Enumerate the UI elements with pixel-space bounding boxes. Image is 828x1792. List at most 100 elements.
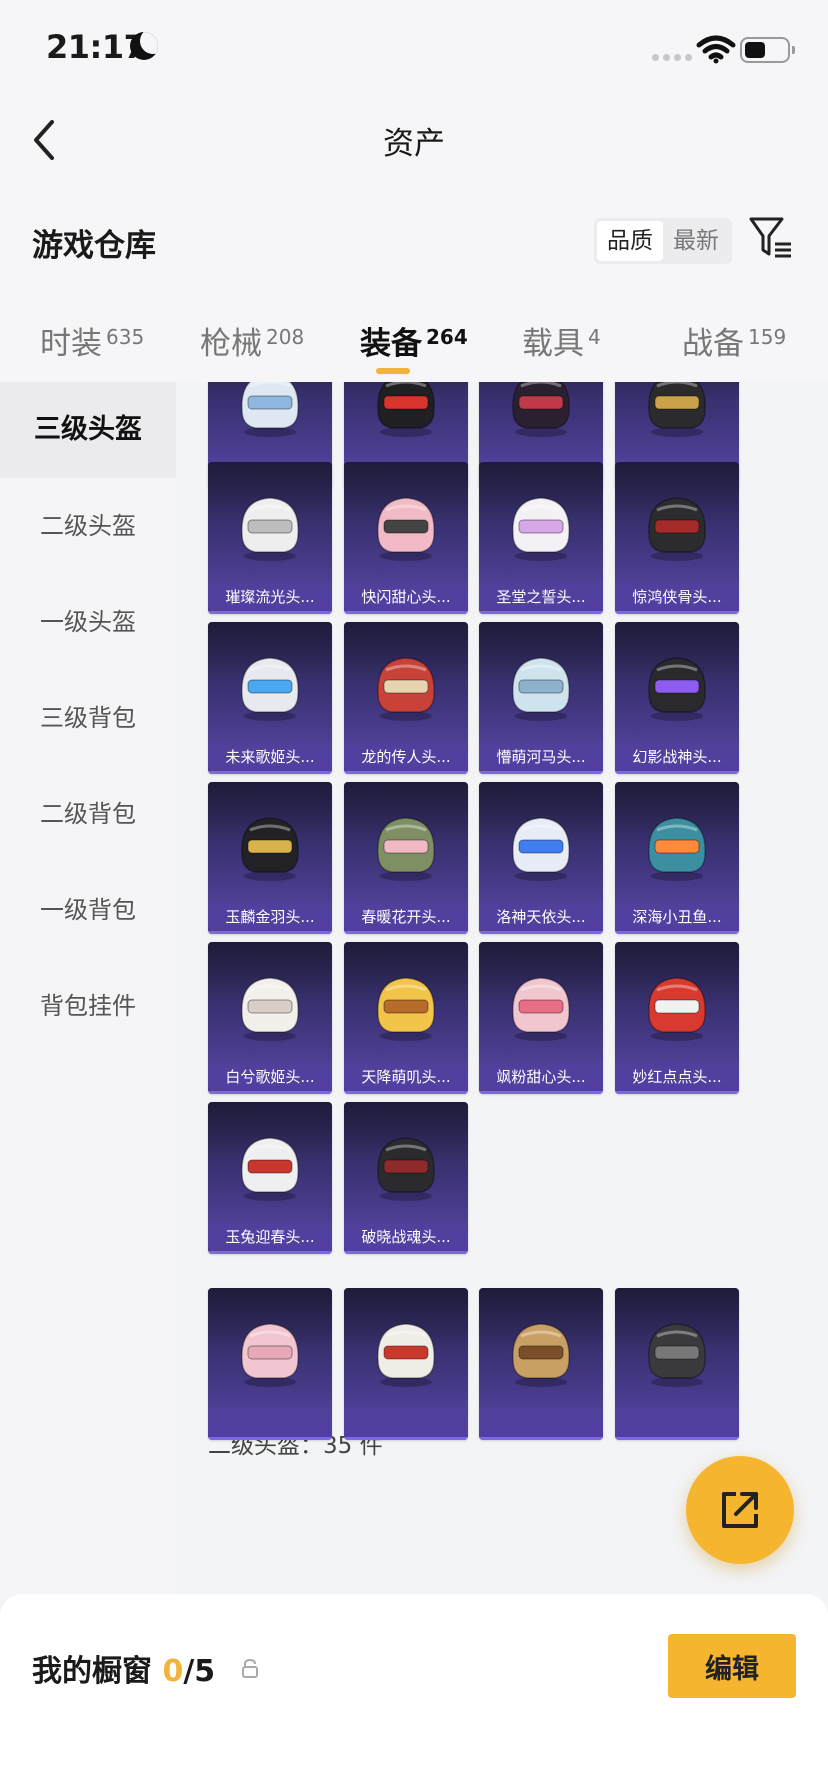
item-name [479, 1408, 603, 1440]
item-card[interactable]: 幻影战神头... [615, 622, 739, 774]
helmet-icon [512, 497, 570, 561]
item-name: 天降萌叽头... [344, 1062, 468, 1094]
sidebar-item-backpack-charm[interactable]: 背包挂件 [0, 958, 176, 1054]
helmet-icon [241, 977, 299, 1041]
item-name: 破晓战魂头... [344, 1222, 468, 1254]
sidebar-item-level3-helmet[interactable]: 三级头盔 [0, 382, 176, 478]
item-card[interactable]: 飒粉甜心头... [479, 942, 603, 1094]
page-title: 资产 [383, 126, 445, 162]
helmet-icon [377, 657, 435, 721]
tab-count: 264 [426, 325, 468, 349]
item-card[interactable]: 玉麟金羽头... [208, 782, 332, 934]
helmet-icon [648, 817, 706, 881]
tab-label: 枪械 [200, 326, 262, 362]
item-name [615, 1408, 739, 1440]
item-card[interactable]: 懵萌河马头... [479, 622, 603, 774]
tab-equipment[interactable]: 装备 264 [360, 318, 468, 363]
helmet-icon [241, 1137, 299, 1201]
helmet-icon [648, 977, 706, 1041]
item-name: 飒粉甜心头... [479, 1062, 603, 1094]
helmet-icon [512, 977, 570, 1041]
item-name [344, 1408, 468, 1440]
item-grid: 二级头盔：35 件 海盐豹豹头...焰鹰斗篷头...星之彼岸头...暗夜鎏金头.… [176, 382, 828, 1594]
item-card[interactable]: 圣堂之誓头... [479, 462, 603, 614]
helmet-icon [377, 382, 435, 437]
item-card[interactable]: 璀璨流光头... [208, 462, 332, 614]
item-card[interactable]: 深海小丑鱼... [615, 782, 739, 934]
tab-supplies[interactable]: 战备 159 [682, 318, 786, 363]
item-name: 璀璨流光头... [208, 582, 332, 614]
item-name: 玉麟金羽头... [208, 902, 332, 934]
item-name [208, 1408, 332, 1440]
tab-count: 635 [106, 325, 145, 349]
helmet-icon [241, 817, 299, 881]
sidebar-item-level1-backpack[interactable]: 一级背包 [0, 862, 176, 958]
tab-label: 战备 [682, 326, 744, 362]
helmet-icon [377, 977, 435, 1041]
tab-weapons[interactable]: 枪械 208 [200, 318, 304, 363]
item-name: 惊鸿侠骨头... [615, 582, 739, 614]
item-card[interactable]: 妙红点点头... [615, 942, 739, 1094]
helmet-icon [241, 382, 299, 437]
item-card[interactable] [208, 1288, 332, 1440]
bottom-bar: 我的橱窗 0/5 编辑 [0, 1594, 828, 1792]
item-card[interactable]: 白兮歌姬头... [208, 942, 332, 1094]
tab-count: 208 [266, 325, 305, 349]
share-button[interactable] [686, 1456, 794, 1564]
helmet-icon [648, 1323, 706, 1387]
item-card[interactable] [479, 1288, 603, 1440]
wifi-icon [696, 35, 736, 64]
item-card[interactable] [615, 1288, 739, 1440]
showcase-current: 0 [162, 1654, 184, 1689]
share-icon [722, 1492, 758, 1528]
tab-label: 时装 [40, 326, 102, 362]
item-name: 洛神天依头... [479, 902, 603, 934]
item-card[interactable] [344, 1288, 468, 1440]
helmet-icon [377, 817, 435, 881]
item-card[interactable]: 破晓战魂头... [344, 1102, 468, 1254]
helmet-icon [648, 657, 706, 721]
helmet-icon [512, 1323, 570, 1387]
helmet-icon [377, 1137, 435, 1201]
item-name: 懵萌河马头... [479, 742, 603, 774]
item-name: 快闪甜心头... [344, 582, 468, 614]
helmet-icon [512, 382, 570, 437]
item-name: 龙的传人头... [344, 742, 468, 774]
item-card[interactable]: 快闪甜心头... [344, 462, 468, 614]
item-name: 春暖花开头... [344, 902, 468, 934]
moon-icon [130, 32, 158, 60]
helmet-icon [241, 1323, 299, 1387]
sort-quality-button[interactable]: 品质 [597, 221, 663, 261]
helmet-icon [648, 497, 706, 561]
item-card[interactable]: 洛神天依头... [479, 782, 603, 934]
showcase-title: 我的橱窗 [32, 1654, 152, 1689]
sort-newest-button[interactable]: 最新 [663, 221, 729, 261]
item-card[interactable]: 玉兔迎春头... [208, 1102, 332, 1254]
filter-icon[interactable] [748, 216, 794, 260]
item-name: 玉兔迎春头... [208, 1222, 332, 1254]
lock-icon [242, 1658, 258, 1678]
helmet-icon [512, 817, 570, 881]
sidebar-item-level1-helmet[interactable]: 一级头盔 [0, 574, 176, 670]
tab-label: 装备 [360, 326, 422, 362]
item-card[interactable]: 未来歌姬头... [208, 622, 332, 774]
tab-vehicles[interactable]: 载具 4 [522, 318, 601, 363]
sidebar-item-level2-helmet[interactable]: 二级头盔 [0, 478, 176, 574]
item-name: 圣堂之誓头... [479, 582, 603, 614]
helmet-icon [241, 497, 299, 561]
item-card[interactable]: 春暖花开头... [344, 782, 468, 934]
sidebar-item-level3-backpack[interactable]: 三级背包 [0, 670, 176, 766]
showcase-label: 我的橱窗 0/5 [32, 1646, 215, 1690]
helmet-icon [512, 657, 570, 721]
edit-button[interactable]: 编辑 [668, 1634, 796, 1698]
tab-fashion[interactable]: 时装 635 [40, 318, 144, 363]
sidebar-item-level2-backpack[interactable]: 二级背包 [0, 766, 176, 862]
item-card[interactable]: 惊鸿侠骨头... [615, 462, 739, 614]
helmet-icon [377, 1323, 435, 1387]
item-name: 白兮歌姬头... [208, 1062, 332, 1094]
item-name: 深海小丑鱼... [615, 902, 739, 934]
item-name: 未来歌姬头... [208, 742, 332, 774]
section-title: 游戏仓库 [32, 228, 156, 264]
item-card[interactable]: 龙的传人头... [344, 622, 468, 774]
item-card[interactable]: 天降萌叽头... [344, 942, 468, 1094]
